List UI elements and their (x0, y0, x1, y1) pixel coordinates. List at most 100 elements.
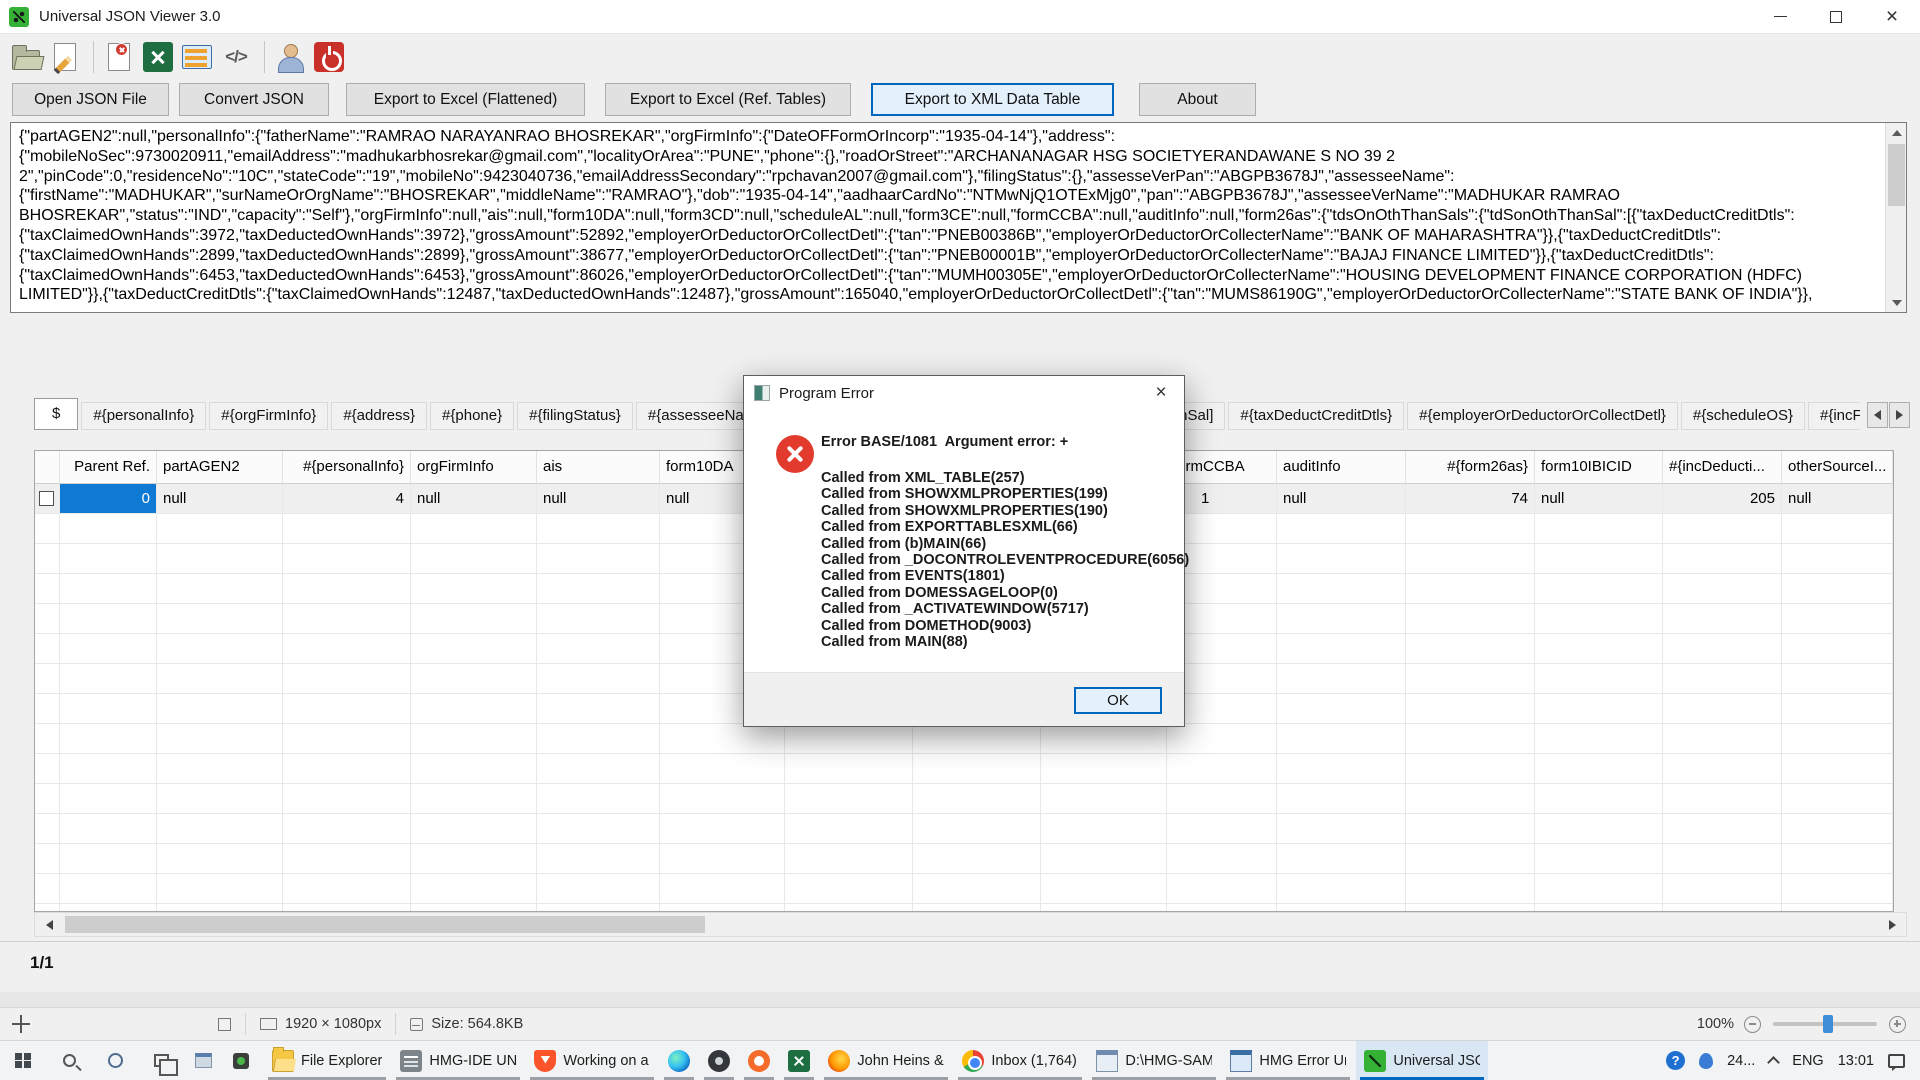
pinned-app-button[interactable] (222, 1041, 260, 1080)
cell (660, 784, 785, 814)
cell (1041, 904, 1167, 912)
tab-scroll-right-button[interactable] (1889, 402, 1910, 428)
vertical-scrollbar-thumb[interactable] (1888, 144, 1905, 206)
scroll-right-arrow-icon[interactable] (1878, 913, 1906, 936)
export-xml-toolbar-button[interactable]: </> (218, 39, 254, 75)
cortana-button[interactable] (92, 1041, 138, 1080)
taskbar-item-chrome[interactable]: Inbox (1,764) ... (954, 1041, 1086, 1080)
tab-scroll-left-button[interactable] (1867, 402, 1888, 428)
ok-button[interactable]: OK (1074, 687, 1162, 714)
task-view-button[interactable] (138, 1041, 184, 1080)
selection-square-icon[interactable] (218, 1018, 231, 1031)
scroll-left-arrow-icon[interactable] (35, 913, 63, 936)
action-button-bar: Open JSON File Convert JSON Export to Exce… (12, 83, 1256, 119)
column-header-form26as[interactable]: #{form26as} (1406, 451, 1535, 484)
json-text-area[interactable]: {"partAGEN2":null,"personalInfo":{"fathe… (10, 122, 1907, 313)
open-json-file-button[interactable]: Open JSON File (12, 83, 169, 116)
validate-json-toolbar-button[interactable] (101, 39, 137, 75)
cell (1041, 874, 1167, 904)
taskbar-item-hmg-window[interactable]: D:\HMG-SAM... (1088, 1041, 1220, 1080)
taskbar-item-hmg-ide[interactable]: HMG-IDE UN... (392, 1041, 524, 1080)
cell (60, 664, 157, 694)
pinned-app-button[interactable] (184, 1041, 222, 1080)
zoom-slider-handle[interactable] (1823, 1015, 1833, 1033)
dialog-close-icon[interactable]: × (1138, 376, 1184, 410)
screenshot-tool-bar: 1920 × 1080px Size: 564.8KB 100% (0, 1007, 1920, 1040)
tab-personalinfo[interactable]: #{personalInfo} (81, 402, 206, 430)
tab-filingstatus[interactable]: #{filingStatus} (517, 402, 633, 430)
about-button[interactable]: About (1139, 83, 1256, 116)
tab-orgfirminfo[interactable]: #{orgFirmInfo} (209, 402, 328, 430)
error-stack-trace: Called from XML_TABLE(257)Called from SH… (821, 470, 1189, 650)
row-checkbox[interactable] (39, 491, 54, 506)
tab-root[interactable]: $ (34, 398, 78, 430)
taskbar-item-excel[interactable] (780, 1041, 818, 1080)
taskbar-item-orange-app[interactable] (740, 1041, 778, 1080)
close-button[interactable]: × (1864, 0, 1920, 33)
edit-toolbar-button[interactable] (47, 39, 83, 75)
search-button[interactable] (46, 1041, 92, 1080)
taskbar-item-json-viewer[interactable]: Universal JSO... (1356, 1041, 1488, 1080)
taskbar-item-edge[interactable] (660, 1041, 698, 1080)
column-header-ais[interactable]: ais (537, 451, 660, 484)
clock[interactable]: 13:01 (1831, 1041, 1881, 1080)
taskbar-item-hmg-window2[interactable]: HMG Error Un... (1222, 1041, 1354, 1080)
cell (1277, 694, 1406, 724)
open-file-toolbar-button[interactable] (8, 39, 44, 75)
tray-app-button[interactable] (1692, 1041, 1720, 1080)
taskbar-item-file-explorer[interactable]: File Explorer (264, 1041, 390, 1080)
help-tray-button[interactable]: ? (1659, 1041, 1692, 1080)
zoom-slider[interactable] (1773, 1022, 1877, 1026)
column-header-othersourcei[interactable]: otherSourceI... (1782, 451, 1893, 484)
zoom-in-icon[interactable] (1889, 1016, 1906, 1033)
taskbar-item-label: John Heins & ... (857, 1053, 944, 1069)
convert-json-button[interactable]: Convert JSON (179, 83, 329, 116)
cell (913, 754, 1041, 784)
scroll-down-arrow-icon[interactable] (1886, 293, 1907, 312)
column-header-incdeducti[interactable]: #{incDeducti... (1663, 451, 1782, 484)
export-to-excel-flattened-button[interactable]: Export to Excel (Flattened) (346, 83, 585, 116)
tab-employerordeductororcollectdetl[interactable]: #{employerOrDeductorOrCollectDetl} (1407, 402, 1678, 430)
tab-address[interactable]: #{address} (331, 402, 427, 430)
tab-phone[interactable]: #{phone} (430, 402, 514, 430)
start-button[interactable] (0, 1041, 46, 1080)
export-to-excel-ref-tables-button[interactable]: Export to Excel (Ref. Tables) (605, 83, 851, 116)
vertical-scrollbar[interactable] (1885, 123, 1906, 312)
column-header-personalinfo[interactable]: #{personalInfo} (283, 451, 411, 484)
notification-center-button[interactable] (1881, 1041, 1912, 1080)
taskbar-item-brave[interactable]: Working on a ... (526, 1041, 658, 1080)
export-to-xml-data-table-button[interactable]: Export to XML Data Table (871, 83, 1114, 116)
minimize-button[interactable] (1752, 0, 1808, 33)
cell (1663, 754, 1782, 784)
cell (1406, 904, 1535, 912)
tab-incfromow[interactable]: #{incFromOw (1808, 402, 1860, 430)
properties-toolbar-button[interactable] (179, 39, 215, 75)
export-excel-toolbar-button[interactable] (140, 39, 176, 75)
maximize-button[interactable] (1808, 0, 1864, 33)
column-header-form10ibicid[interactable]: form10IBICID (1535, 451, 1663, 484)
weather-widget[interactable]: 24... (1720, 1041, 1762, 1080)
scroll-up-arrow-icon[interactable] (1886, 123, 1907, 142)
column-header-partagen2[interactable]: partAGEN2 (157, 451, 283, 484)
tray-overflow-button[interactable] (1762, 1041, 1785, 1080)
taskbar-item-dark-app[interactable] (700, 1041, 738, 1080)
column-header-orgfirminfo[interactable]: orgFirmInfo (411, 451, 537, 484)
exit-toolbar-button[interactable] (311, 39, 347, 75)
column-header-parent-ref[interactable]: Parent Ref. (60, 451, 157, 484)
horizontal-scrollbar[interactable] (34, 912, 1907, 937)
zoom-out-icon[interactable] (1744, 1016, 1761, 1033)
language-indicator[interactable]: ENG (1785, 1041, 1830, 1080)
cell (1535, 604, 1663, 634)
column-header-checkbox[interactable] (35, 451, 60, 484)
about-toolbar-button[interactable] (272, 39, 308, 75)
chevron-left-icon (1874, 410, 1881, 420)
move-tool-icon[interactable] (10, 1013, 32, 1035)
windows-logo-icon (15, 1053, 31, 1069)
horizontal-scrollbar-thumb[interactable] (65, 916, 705, 933)
cell (1663, 694, 1782, 724)
tab-scheduleos[interactable]: #{scheduleOS} (1681, 402, 1805, 430)
table-row (35, 814, 1893, 844)
column-header-auditinfo[interactable]: auditInfo (1277, 451, 1406, 484)
tab-taxdeductcreditdtls[interactable]: #{taxDeductCreditDtls} (1228, 402, 1404, 430)
taskbar-item-firefox[interactable]: John Heins & ... (820, 1041, 952, 1080)
